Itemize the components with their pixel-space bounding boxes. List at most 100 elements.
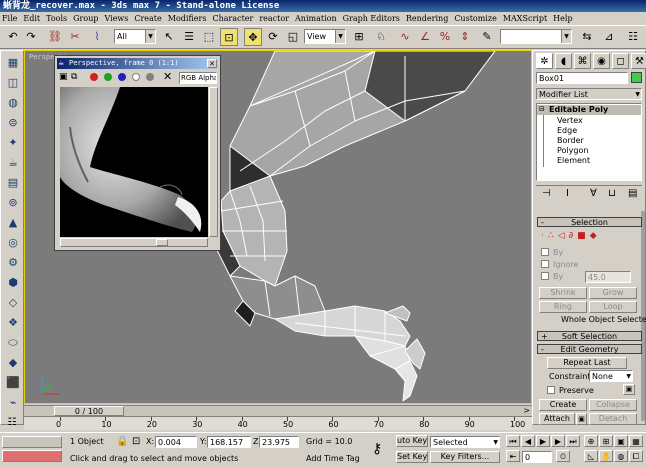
key-mode-toggle-icon[interactable]: ⇤ [506, 450, 520, 462]
select-by-name-icon[interactable]: ☰ [180, 28, 198, 46]
tab-modify-icon[interactable]: ◖ [555, 53, 572, 69]
blue-channel-icon[interactable] [118, 73, 126, 81]
stack-item-element[interactable]: Element [557, 156, 590, 165]
time-slider-thumb[interactable]: 0 / 100 [54, 406, 124, 416]
key-icon[interactable]: ⚷ [372, 441, 382, 457]
menu-edit[interactable]: Edit [23, 14, 40, 23]
green-channel-icon[interactable] [104, 73, 112, 81]
named-selection-dropdown[interactable]: ▼ [500, 29, 572, 44]
object-name-field[interactable]: Box01 [536, 72, 628, 84]
shrink-button[interactable]: Shrink [539, 287, 587, 299]
rectangular-selection-icon[interactable]: ⬚ [200, 28, 218, 46]
edge-icon[interactable]: ◁ [558, 231, 569, 241]
menu-views[interactable]: Views [104, 14, 128, 23]
grow-button[interactable]: Grow [589, 287, 637, 299]
attach-list-icon[interactable]: ▣ [576, 413, 587, 425]
hedra-icon[interactable]: ⬢ [4, 274, 22, 292]
teapot-icon[interactable]: ☕ [4, 154, 22, 172]
z-coordinate-field[interactable]: 23.975 [259, 436, 299, 448]
grid-icon[interactable]: ▤ [4, 174, 22, 192]
go-to-start-icon[interactable]: ⏮ [506, 435, 520, 447]
alpha-channel-icon[interactable] [132, 73, 140, 81]
configure-sets-icon[interactable]: ▤ [628, 188, 637, 199]
go-to-end-icon[interactable]: ⏭ [566, 435, 580, 447]
knot-icon[interactable]: ❖ [4, 314, 22, 332]
soft-selection-rollout-header[interactable]: + Soft Selection [537, 331, 642, 341]
next-frame-icon[interactable]: ▶ [551, 435, 565, 447]
maximize-viewport-icon[interactable]: ⧠ [629, 450, 643, 462]
menu-rendering[interactable]: Rendering [406, 14, 448, 23]
menu-maxscript[interactable]: MAXScript [503, 14, 547, 23]
tube-icon[interactable]: ⊚ [4, 194, 22, 212]
menu-character[interactable]: Character [212, 14, 253, 23]
torus-icon[interactable]: ◎ [4, 234, 22, 252]
menu-tools[interactable]: Tools [46, 14, 67, 23]
pan-icon[interactable]: ✋ [599, 450, 613, 462]
stack-item-editable-poly[interactable]: ⊟ Editable Poly [537, 105, 641, 115]
bind-space-warp-icon[interactable]: ⌇ [88, 28, 106, 46]
settings-icon[interactable]: ▣ [623, 384, 635, 395]
select-and-scale-icon[interactable]: ◱ [284, 28, 302, 46]
time-slider[interactable]: 0 / 100 > [24, 405, 532, 416]
select-and-link-icon[interactable]: ⛓ [46, 28, 64, 46]
ignore-backfacing-checkbox[interactable] [541, 260, 549, 268]
stack-item-polygon[interactable]: Polygon [557, 146, 588, 155]
by-angle-checkbox[interactable] [541, 272, 549, 280]
max-script-listener-icon[interactable] [2, 436, 62, 448]
collapse-button[interactable]: Collapse [589, 399, 637, 411]
attach-button[interactable]: Attach [539, 413, 575, 425]
objects-icon[interactable]: ▦ [4, 54, 22, 72]
object-color-swatch[interactable] [631, 72, 642, 83]
track-bar[interactable]: 0 10 20 30 40 50 60 70 80 90 100 [24, 416, 532, 430]
spinner-snap-icon[interactable]: ⇕ [456, 28, 474, 46]
tab-motion-icon[interactable]: ◉ [593, 53, 610, 69]
modifier-list-dropdown[interactable]: Modifier List ▼ [536, 88, 642, 100]
tab-hierarchy-icon[interactable]: ⌘ [574, 53, 591, 69]
menu-help[interactable]: Help [553, 14, 572, 23]
preserve-uvs-checkbox[interactable] [547, 386, 555, 394]
unlink-icon[interactable]: ✂ [66, 28, 84, 46]
horizontal-scrollbar[interactable] [60, 238, 208, 247]
current-frame-field[interactable]: 0 [522, 451, 552, 463]
tab-utilities-icon[interactable]: ⚒ [631, 53, 646, 69]
chamfer-box-icon[interactable]: ⬛ [4, 374, 22, 392]
pin-stack-icon[interactable]: ⊣ [542, 188, 551, 199]
menu-create[interactable]: Create [134, 14, 161, 23]
element-icon[interactable]: ◆ [590, 231, 601, 241]
edit-geometry-rollout-header[interactable]: - Edit Geometry [537, 344, 642, 354]
star-icon[interactable]: ✦ [4, 134, 22, 152]
menu-animation[interactable]: Animation [295, 14, 337, 23]
monochrome-icon[interactable] [146, 73, 154, 81]
tab-create-icon[interactable]: ✲ [536, 53, 553, 69]
ring-button[interactable]: Ring [539, 301, 587, 313]
repeat-last-button[interactable]: Repeat Last [547, 357, 627, 369]
cylinder-icon[interactable]: ⊜ [4, 114, 22, 132]
menu-group[interactable]: Group [73, 14, 98, 23]
clear-icon[interactable]: ✕ [163, 71, 173, 83]
menu-reactor[interactable]: reactor [259, 14, 289, 23]
menu-file[interactable]: File [2, 14, 17, 23]
add-time-tag[interactable]: Add Time Tag [306, 454, 360, 463]
red-channel-icon[interactable] [90, 73, 98, 81]
select-and-move-icon[interactable]: ✥ [244, 28, 262, 46]
tab-display-icon[interactable]: ◻ [612, 53, 629, 69]
plane-icon[interactable]: ◇ [4, 294, 22, 312]
loop-button[interactable]: Loop [589, 301, 637, 313]
named-selection-sets-icon[interactable]: ✎ [478, 28, 496, 46]
menu-graph-editors[interactable]: Graph Editors [343, 14, 400, 23]
key-filters-button[interactable]: Key Filters... [430, 451, 500, 463]
pivot-center-icon[interactable]: ⊞ [350, 28, 368, 46]
undo-icon[interactable]: ↶ [4, 28, 22, 46]
zoom-extents-all-icon[interactable]: ▦ [629, 435, 643, 447]
select-and-rotate-icon[interactable]: ⟳ [264, 28, 282, 46]
hose-icon[interactable]: ⌁ [4, 394, 22, 412]
close-button[interactable]: ✕ [207, 59, 217, 68]
remove-modifier-icon[interactable]: ⊔ [608, 188, 616, 199]
create-button[interactable]: Create [539, 399, 587, 411]
selection-filter-dropdown[interactable]: All ▼ [114, 29, 156, 44]
angle-spinner[interactable]: 45.0 [585, 271, 631, 283]
chevron-right-icon[interactable]: > [523, 406, 530, 416]
vertical-scrollbar[interactable] [209, 87, 218, 237]
menu-customize[interactable]: Customize [454, 14, 497, 23]
pyramid-icon[interactable]: ▲ [4, 214, 22, 232]
